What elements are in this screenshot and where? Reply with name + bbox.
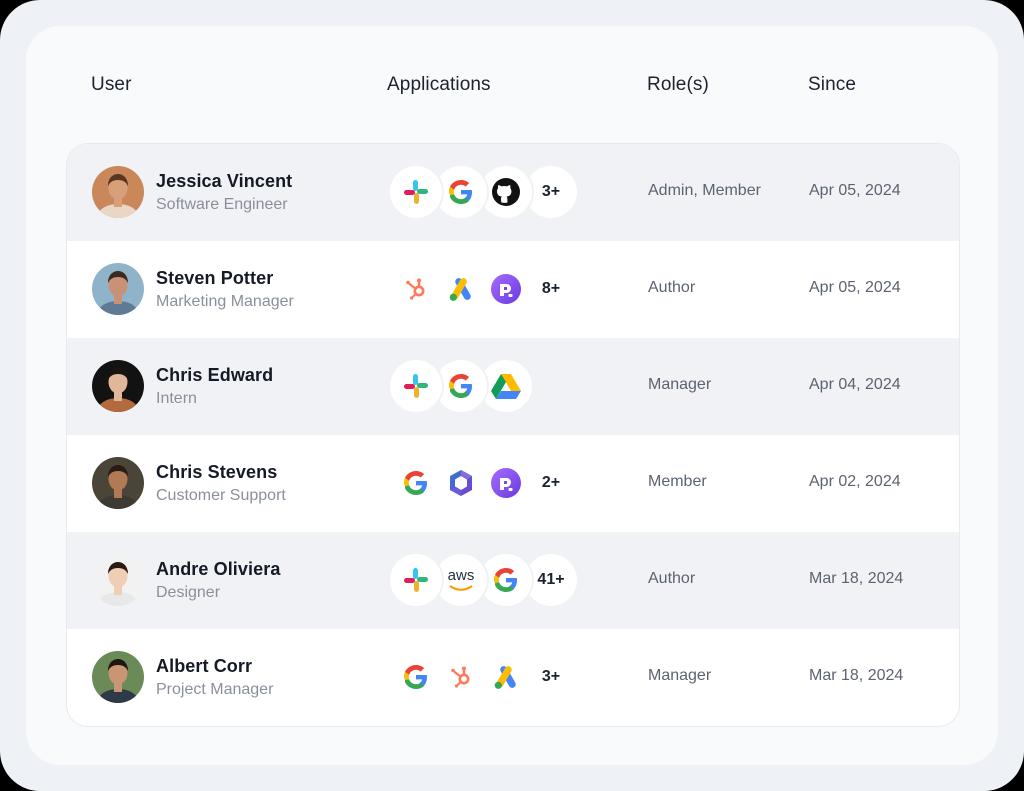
user-name[interactable]: Chris Stevens [156,462,277,483]
member-since-date: Mar 18, 2024 [809,570,904,587]
google-ads-icon[interactable] [480,651,532,703]
wordpress-icon[interactable] [480,457,532,509]
google-icon[interactable] [390,651,442,703]
table-row[interactable]: Chris Edward Intern Manager Apr 04, 2024 [67,338,959,435]
table-row[interactable]: Steven Potter Marketing Manager 8+ Author A… [67,241,959,338]
user-job-title: Designer [156,584,221,601]
avatar[interactable] [92,263,144,315]
more-apps-count[interactable]: 3+ [525,651,577,703]
avatar[interactable] [92,554,144,606]
more-apps-count[interactable]: 41+ [525,554,577,606]
user-name[interactable]: Steven Potter [156,268,273,289]
column-header-user[interactable]: User [91,74,132,96]
member-since-date: Apr 05, 2024 [809,279,901,296]
user-job-title: Intern [156,390,197,407]
user-roles: Author [648,279,696,296]
user-job-title: Marketing Manager [156,293,294,310]
google-icon[interactable] [435,166,487,218]
microsoft-365-icon[interactable] [435,457,487,509]
aws-icon[interactable]: aws [435,554,487,606]
slack-icon[interactable] [390,554,442,606]
google-ads-icon[interactable] [435,263,487,315]
slack-icon[interactable] [390,360,442,412]
user-job-title: Software Engineer [156,196,288,213]
avatar[interactable] [92,166,144,218]
users-table: Jessica Vincent Software Engineer 3+ Admin… [66,143,960,727]
more-apps-count[interactable]: 2+ [525,457,577,509]
google-icon[interactable] [390,457,442,509]
member-since-date: Mar 18, 2024 [809,667,904,684]
more-apps-count[interactable]: 8+ [525,263,577,315]
avatar[interactable] [92,651,144,703]
user-name[interactable]: Chris Edward [156,365,273,386]
users-card: User Applications Role(s) Since Jessica … [26,26,998,765]
github-icon[interactable] [480,166,532,218]
user-name[interactable]: Jessica Vincent [156,171,292,192]
outer-frame: User Applications Role(s) Since Jessica … [0,0,1024,791]
member-since-date: Apr 02, 2024 [809,473,901,490]
user-name[interactable]: Albert Corr [156,656,252,677]
google-icon[interactable] [480,554,532,606]
table-header: User Applications Role(s) Since [26,26,998,144]
column-header-applications[interactable]: Applications [387,74,491,96]
user-job-title: Customer Support [156,487,286,504]
table-row[interactable]: Chris Stevens Customer Support 2+ Member Ap… [67,435,959,532]
member-since-date: Apr 05, 2024 [809,182,901,199]
user-job-title: Project Manager [156,681,274,698]
aws-label: aws [447,567,475,584]
slack-icon[interactable] [390,166,442,218]
user-name[interactable]: Andre Oliviera [156,559,280,580]
user-roles: Manager [648,667,712,684]
google-icon[interactable] [435,360,487,412]
avatar[interactable] [92,360,144,412]
google-drive-icon[interactable] [480,360,532,412]
table-row[interactable]: Andre Oliviera Designer aws 41+ Author Mar … [67,532,959,629]
hubspot-icon[interactable] [390,263,442,315]
table-row[interactable]: Jessica Vincent Software Engineer 3+ Admin… [67,144,959,241]
more-apps-count[interactable]: 3+ [525,166,577,218]
avatar[interactable] [92,457,144,509]
table-row[interactable]: Albert Corr Project Manager 3+ Manager Mar … [67,629,959,726]
user-roles: Manager [648,376,712,393]
user-roles: Author [648,570,696,587]
hubspot-icon[interactable] [435,651,487,703]
wordpress-icon[interactable] [480,263,532,315]
user-roles: Member [648,473,707,490]
column-header-roles[interactable]: Role(s) [647,74,709,96]
member-since-date: Apr 04, 2024 [809,376,901,393]
column-header-since[interactable]: Since [808,74,856,96]
user-roles: Admin, Member [648,182,761,199]
